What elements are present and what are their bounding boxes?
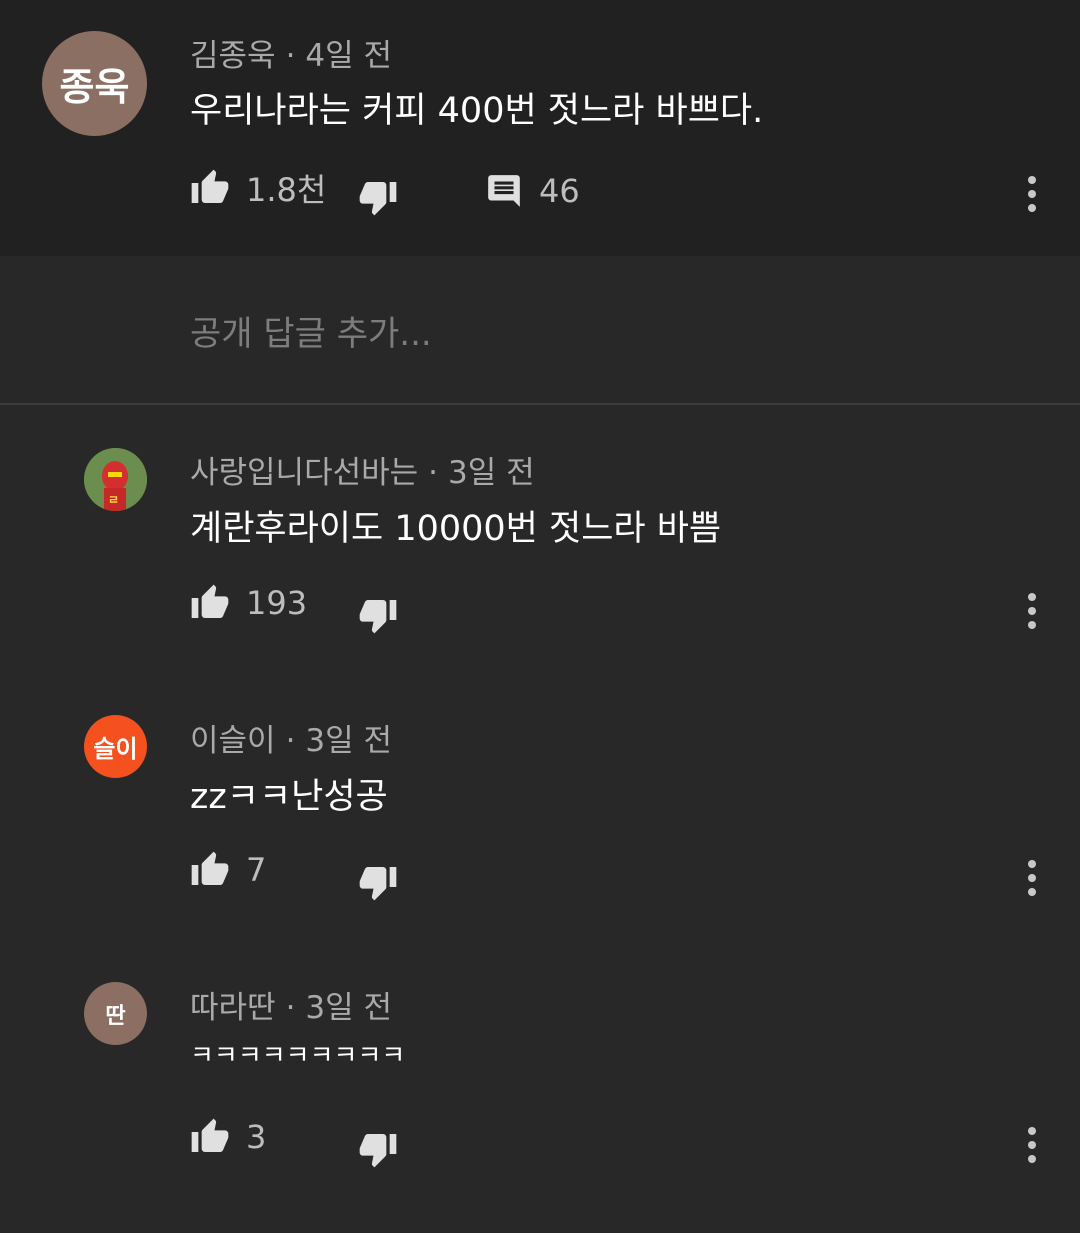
thumb-down-icon (358, 595, 398, 635)
divider (0, 403, 1080, 405)
timestamp[interactable]: 3일 전 (305, 723, 392, 759)
comment-meta: 사랑입니다선바는 · 3일 전 (190, 447, 535, 492)
avatar[interactable]: 딴 (84, 982, 147, 1045)
thumb-down-icon (358, 862, 398, 902)
author-name[interactable]: 사랑입니다선바는 (190, 455, 418, 491)
thumb-down-icon (358, 177, 398, 217)
timestamp[interactable]: 3일 전 (305, 990, 392, 1026)
like-button[interactable]: 3 (190, 1117, 266, 1157)
thumb-up-icon (190, 168, 230, 208)
dislike-button[interactable] (358, 177, 398, 217)
comment-text: zzㅋㅋ난성공 (190, 777, 388, 817)
thumb-down-icon (358, 1129, 398, 1169)
dislike-button[interactable] (358, 862, 398, 902)
comment-text: ㅋㅋㅋㅋㅋㅋㅋㅋㅋ (190, 1041, 406, 1071)
more-options-icon[interactable] (1026, 589, 1038, 635)
avatar-image: ㄹ (84, 448, 147, 511)
comment-meta: 따라딴 · 3일 전 (190, 982, 392, 1027)
like-count: 1.8천 (246, 171, 327, 209)
author-name[interactable]: 김종욱 (190, 38, 276, 74)
dislike-button[interactable] (358, 595, 398, 635)
meta-separator: · (428, 455, 439, 491)
avatar[interactable]: 종욱 (42, 31, 147, 136)
author-name[interactable]: 이슬이 (190, 723, 276, 759)
reply-button[interactable]: 46 (485, 172, 580, 210)
timestamp[interactable]: 4일 전 (305, 38, 392, 74)
meta-separator: · (285, 990, 296, 1026)
comment-text: 계란후라이도 10000번 젓느라 바쁨 (190, 509, 722, 549)
like-count: 193 (246, 584, 308, 622)
dislike-button[interactable] (358, 1129, 398, 1169)
thumb-up-icon (190, 583, 230, 623)
like-button[interactable]: 7 (190, 850, 266, 890)
avatar[interactable]: ㄹ (84, 448, 147, 511)
more-options-icon[interactable] (1026, 1123, 1038, 1169)
timestamp[interactable]: 3일 전 (448, 455, 535, 491)
meta-separator: · (285, 723, 296, 759)
reply-bar (0, 256, 1080, 403)
comment-icon (485, 172, 523, 210)
reply-input[interactable]: 공개 답글 추가... (190, 306, 432, 355)
comment-text: 우리나라는 커피 400번 젓느라 바쁘다. (190, 91, 764, 131)
comment-meta: 이슬이 · 3일 전 (190, 715, 392, 760)
avatar[interactable]: 슬이 (84, 715, 147, 778)
more-options-icon[interactable] (1026, 172, 1038, 218)
more-options-icon[interactable] (1026, 856, 1038, 902)
thumb-up-icon (190, 850, 230, 890)
like-button[interactable]: 1.8천 (190, 165, 326, 211)
like-button[interactable]: 193 (190, 583, 307, 623)
svg-text:ㄹ: ㄹ (108, 493, 119, 507)
author-name[interactable]: 따라딴 (190, 990, 276, 1026)
reply-count: 46 (539, 172, 580, 210)
thumb-up-icon (190, 1117, 230, 1157)
like-count: 7 (246, 851, 267, 889)
like-count: 3 (246, 1118, 267, 1156)
meta-separator: · (285, 38, 296, 74)
comment-meta: 김종욱 · 4일 전 (190, 30, 392, 75)
